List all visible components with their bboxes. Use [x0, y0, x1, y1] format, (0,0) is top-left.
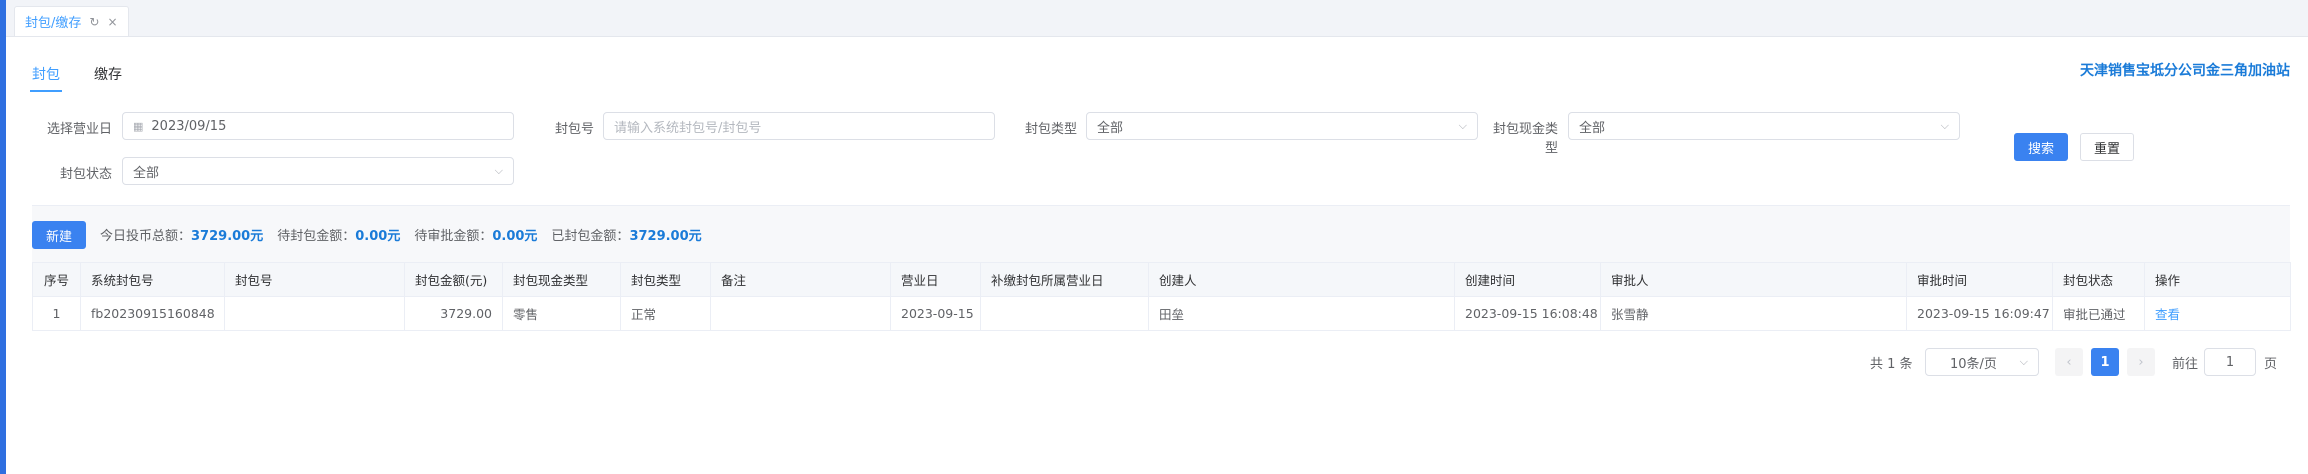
business-day-label: 选择营业日 — [46, 122, 112, 137]
summary-packaged: 已封包金额：3729.00元 — [551, 229, 702, 244]
cell-created-at: 2023-09-15 16:08:48 — [1454, 296, 1601, 331]
page-size-value: 10条/页 — [1950, 356, 1997, 372]
chevron-down-icon: ⌵ — [494, 164, 503, 177]
summary-pending-package: 待封包金额：0.00元 — [277, 229, 401, 244]
package-table: 序号 系统封包号 封包号 封包金额(元) 封包现金类型 封包类型 备注 营业日 … — [32, 262, 2291, 331]
page-tab-bar: 封包/缴存 ↻ × — [6, 0, 2308, 37]
chevron-down-icon: ⌵ — [2019, 355, 2028, 368]
col-amount: 封包金额(元) — [404, 262, 503, 297]
col-index: 序号 — [32, 262, 81, 297]
col-action: 操作 — [2144, 262, 2291, 297]
package-status-select[interactable]: 全部 ⌵ — [122, 157, 514, 185]
reset-button[interactable]: 重置 — [2080, 133, 2134, 161]
package-status-value: 全部 — [133, 165, 160, 181]
cell-index: 1 — [32, 296, 81, 331]
pagination-total: 共 1 条 — [1870, 356, 1913, 372]
package-no-input[interactable]: 请输入系统封包号/封包号 — [603, 112, 995, 140]
tab-deposit[interactable]: 缴存 — [94, 64, 122, 92]
cash-type-label: 封包现金类型 — [1492, 122, 1558, 156]
cell-creator: 田垒 — [1148, 296, 1455, 331]
col-package-no: 封包号 — [224, 262, 405, 297]
cash-type-select[interactable]: 全部 ⌵ — [1568, 112, 1960, 140]
tab-package[interactable]: 封包 — [30, 64, 62, 92]
col-system-package-no: 系统封包号 — [80, 262, 225, 297]
cell-amount: 3729.00 — [404, 296, 503, 331]
cell-business-day: 2023-09-15 — [890, 296, 981, 331]
col-approver: 审批人 — [1600, 262, 1907, 297]
page-tab-package-deposit[interactable]: 封包/缴存 ↻ × — [14, 6, 129, 36]
col-package-type: 封包类型 — [620, 262, 711, 297]
package-type-value: 全部 — [1097, 120, 1124, 136]
page-tab-label: 封包/缴存 — [25, 16, 82, 31]
col-cash-type: 封包现金类型 — [502, 262, 621, 297]
business-day-value: 2023/09/15 — [151, 118, 227, 134]
package-no-label: 封包号 — [554, 122, 594, 137]
goto-label: 前往 — [2172, 356, 2199, 372]
cell-remark — [710, 296, 891, 331]
cell-status: 审批已通过 — [2052, 296, 2145, 331]
page-size-select[interactable]: 10条/页 ⌵ — [1925, 348, 2039, 376]
page-unit-label: 页 — [2264, 356, 2278, 372]
calendar-icon: ▦ — [133, 119, 144, 133]
package-status-label: 封包状态 — [59, 167, 112, 182]
col-created-at: 创建时间 — [1454, 262, 1601, 297]
cell-cash-type: 零售 — [502, 296, 621, 331]
cell-action: 查看 — [2144, 296, 2291, 331]
summary-pending-approval: 待审批金额：0.00元 — [414, 229, 538, 244]
goto-page-input[interactable]: 1 — [2204, 348, 2256, 376]
cell-supplement-business-day — [980, 296, 1149, 331]
station-name: 天津销售宝坻分公司金三角加油站 — [2080, 63, 2290, 79]
next-page-button[interactable]: › — [2127, 348, 2155, 376]
col-creator: 创建人 — [1148, 262, 1455, 297]
left-accent-strip — [0, 0, 6, 474]
cell-package-no — [224, 296, 405, 331]
sub-tabs: 封包 缴存 — [30, 64, 122, 92]
col-business-day: 营业日 — [890, 262, 981, 297]
view-link[interactable]: 查看 — [2155, 307, 2180, 322]
refresh-icon[interactable]: ↻ — [89, 15, 99, 29]
table-row: 1 fb20230915160848 3729.00 零售 正常 2023-09… — [32, 296, 2291, 331]
cell-approved-at: 2023-09-15 16:09:47 — [1906, 296, 2053, 331]
col-approved-at: 审批时间 — [1906, 262, 2053, 297]
new-button[interactable]: 新建 — [32, 221, 86, 249]
cell-approver: 张雪静 — [1600, 296, 1907, 331]
prev-page-button[interactable]: ‹ — [2055, 348, 2083, 376]
chevron-down-icon: ⌵ — [1458, 119, 1467, 132]
business-day-picker[interactable]: ▦ 2023/09/15 — [122, 112, 514, 140]
goto-page-value: 1 — [2225, 354, 2235, 370]
package-type-select[interactable]: 全部 ⌵ — [1086, 112, 1478, 140]
search-button[interactable]: 搜索 — [2014, 133, 2068, 161]
cash-type-value: 全部 — [1579, 120, 1606, 136]
close-icon[interactable]: × — [107, 15, 117, 29]
col-supplement-business-day: 补缴封包所属营业日 — [980, 262, 1149, 297]
chevron-down-icon: ⌵ — [1940, 119, 1949, 132]
package-type-label: 封包类型 — [1024, 122, 1077, 137]
cell-system-package-no: fb20230915160848 — [80, 296, 225, 331]
amount-summary: 今日投币总额：3729.00元 待封包金额：0.00元 待审批金额：0.00元 … — [100, 225, 702, 244]
col-status: 封包状态 — [2052, 262, 2145, 297]
cell-package-type: 正常 — [620, 296, 711, 331]
package-no-placeholder: 请输入系统封包号/封包号 — [614, 120, 762, 136]
page-1-button[interactable]: 1 — [2091, 348, 2119, 376]
table-header-row: 序号 系统封包号 封包号 封包金额(元) 封包现金类型 封包类型 备注 营业日 … — [32, 262, 2291, 297]
col-remark: 备注 — [710, 262, 891, 297]
summary-today-total: 今日投币总额：3729.00元 — [100, 229, 264, 244]
